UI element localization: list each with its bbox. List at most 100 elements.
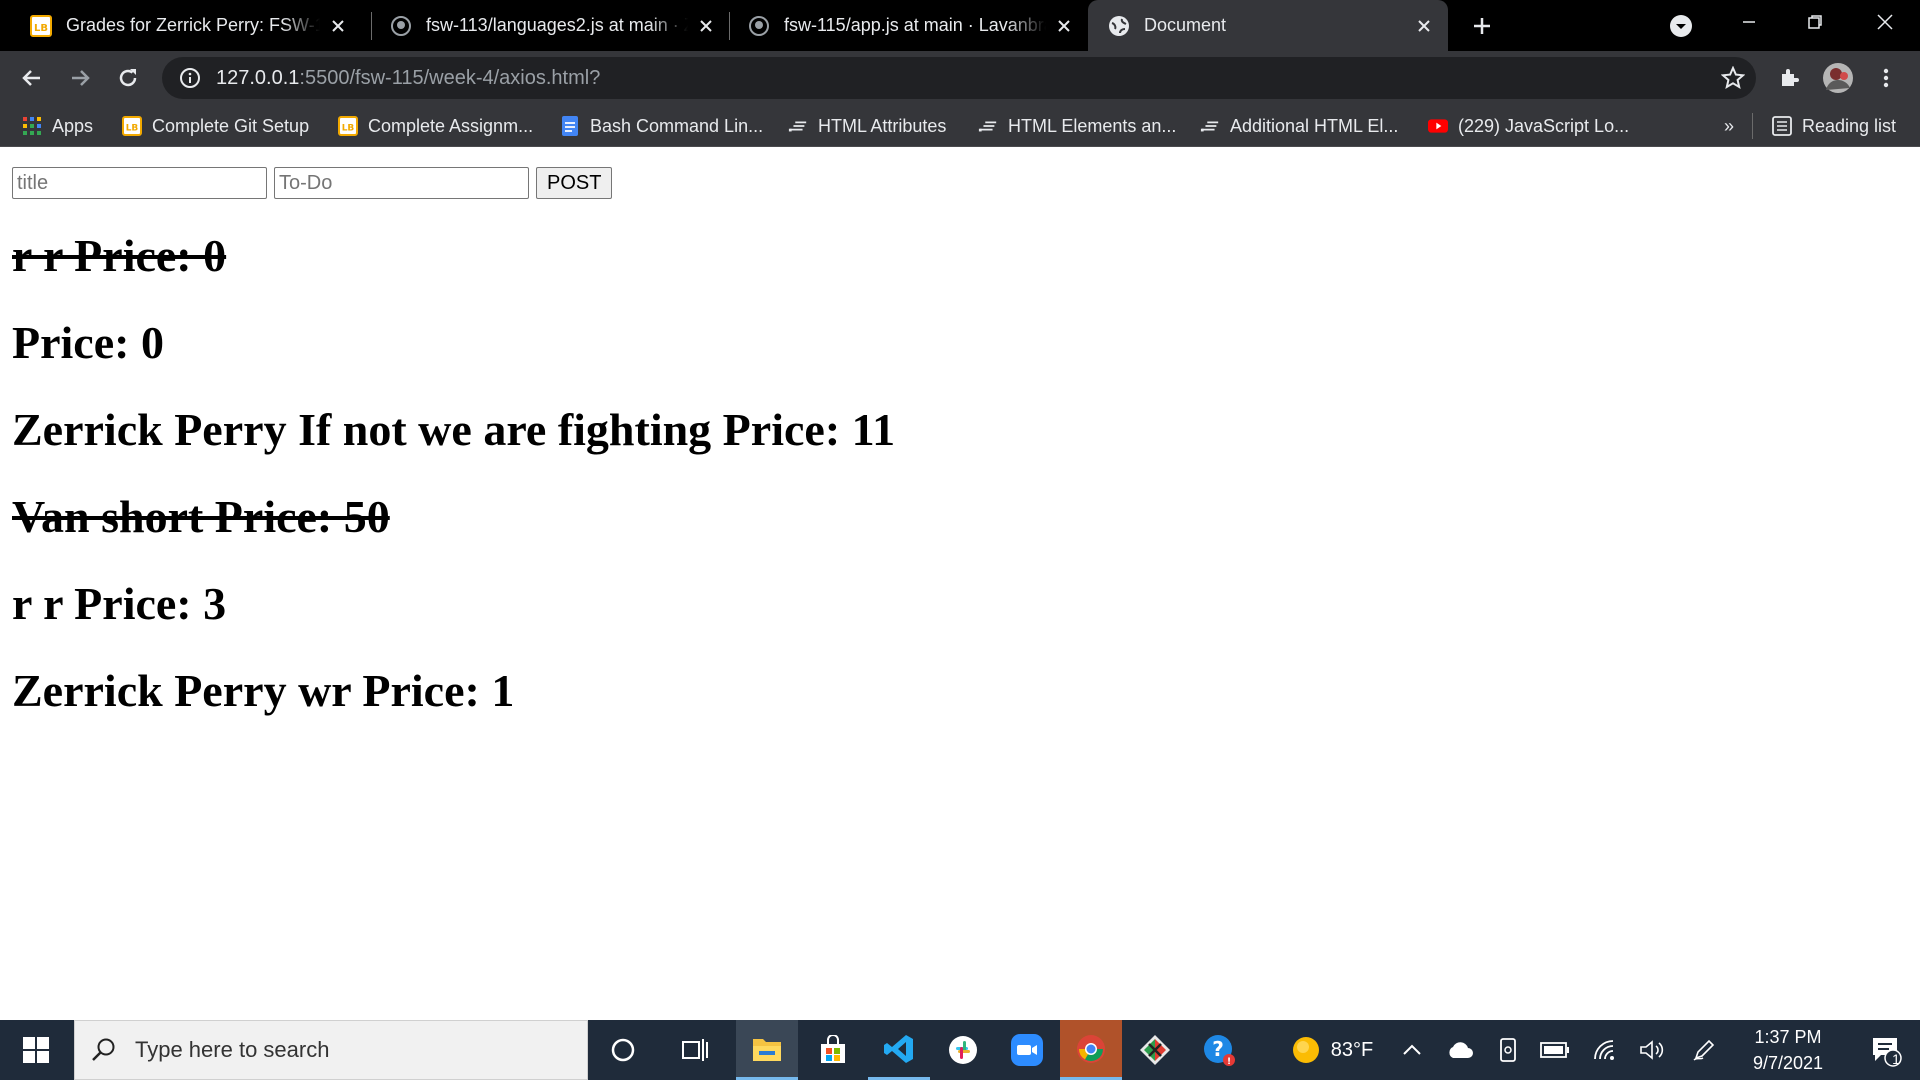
post-button[interactable]: POST: [536, 167, 613, 199]
bookmark-additional-html[interactable]: Additional HTML El...: [1200, 113, 1398, 139]
arrow-left-icon: [22, 70, 40, 86]
snipping-tool-button[interactable]: [1124, 1020, 1186, 1080]
close-window-button[interactable]: [1850, 0, 1920, 44]
bookmark-label: (229) JavaScript Lo...: [1458, 115, 1630, 136]
notification-count: 1: [1892, 1051, 1900, 1067]
globe-icon: [1108, 15, 1130, 37]
phone-icon: [1500, 1038, 1516, 1062]
more-vertical-icon: [1883, 68, 1889, 88]
show-hidden-icons-button[interactable]: [1396, 1020, 1428, 1080]
clock-time: 1:37 PM: [1754, 1027, 1822, 1047]
tab-grades[interactable]: LB Grades for Zerrick Perry: FSW-115: [0, 0, 362, 51]
profile-avatar[interactable]: [1822, 62, 1854, 94]
search-input[interactable]: [133, 1036, 557, 1064]
close-icon[interactable]: [326, 14, 350, 38]
lb-icon: LB: [338, 116, 358, 136]
bookmark-apps[interactable]: Apps: [22, 113, 93, 139]
reading-list-icon: [1772, 116, 1792, 136]
tab-languages2[interactable]: fsw-113/languages2.js at main · Z: [360, 0, 730, 51]
task-view-icon: [682, 1039, 708, 1061]
chrome-button[interactable]: [1060, 1020, 1122, 1080]
info-icon[interactable]: [178, 66, 202, 90]
store-button[interactable]: [802, 1020, 864, 1080]
chevron-down-circle-icon: [1670, 15, 1692, 37]
notifications-button[interactable]: 1: [1856, 1020, 1916, 1080]
todo-form: POST: [12, 167, 613, 199]
forward-button[interactable]: [64, 62, 96, 94]
windows-logo-icon: [23, 1037, 49, 1063]
slack-icon: [949, 1036, 977, 1064]
snip-icon: [1140, 1035, 1170, 1065]
vscode-button[interactable]: [868, 1020, 930, 1080]
tab-app-js[interactable]: fsw-115/app.js at main · Lavanbra: [718, 0, 1088, 51]
tab-search-button[interactable]: [1646, 4, 1716, 48]
taskbar-search[interactable]: [74, 1020, 588, 1080]
restore-button[interactable]: [1780, 0, 1850, 44]
taskbar-clock[interactable]: 1:37 PM 9/7/2021: [1728, 1024, 1848, 1076]
cloud-icon: [1449, 1042, 1473, 1058]
slack-button[interactable]: [932, 1020, 994, 1080]
list-icon: [978, 116, 998, 136]
chevron-double-right-icon: »: [1724, 115, 1735, 136]
bookmark-javascript[interactable]: (229) JavaScript Lo...: [1428, 113, 1629, 139]
apps-grid-icon: [22, 116, 42, 136]
new-tab-button[interactable]: [1466, 10, 1498, 42]
bookmark-star-icon[interactable]: [1720, 65, 1746, 91]
title-input[interactable]: [12, 167, 267, 199]
pen-button[interactable]: [1686, 1020, 1722, 1080]
browser-titlebar: LB Grades for Zerrick Perry: FSW-115 fsw…: [0, 0, 1920, 51]
cortana-button[interactable]: [595, 1020, 651, 1080]
list-icon: [1200, 116, 1220, 136]
url-path: :5500/fsw-115/week-4/axios.html?: [299, 66, 601, 89]
address-bar[interactable]: 127.0.0.1:5500/fsw-115/week-4/axios.html…: [162, 57, 1756, 99]
todo-item[interactable]: r r Price: 0: [12, 229, 1892, 282]
todo-item[interactable]: Zerrick Perry If not we are fighting Pri…: [12, 403, 1892, 456]
arrow-right-icon: [72, 70, 90, 86]
menu-button[interactable]: [1870, 62, 1902, 94]
bookmark-bash-command[interactable]: Bash Command Lin...: [560, 113, 763, 139]
reading-list-label: Reading list: [1802, 115, 1897, 136]
svg-text:!: !: [1227, 1057, 1231, 1067]
reload-button[interactable]: [112, 62, 144, 94]
start-button[interactable]: [0, 1020, 72, 1080]
bookmark-html-elements[interactable]: HTML Elements an...: [978, 113, 1176, 139]
shopping-bag-icon: [821, 1035, 845, 1063]
todo-item[interactable]: Price: 0: [12, 316, 1892, 369]
file-explorer-button[interactable]: [736, 1020, 798, 1080]
docs-icon: [560, 116, 580, 136]
todo-item[interactable]: r r Price: 3: [12, 577, 1892, 630]
weather-widget[interactable]: 83°F: [1282, 1020, 1382, 1080]
zoom-button[interactable]: [996, 1020, 1058, 1080]
todo-item[interactable]: Van short Price: 50: [12, 490, 1892, 543]
bookmarks-overflow-button[interactable]: »: [1724, 113, 1734, 139]
minimize-button[interactable]: [1714, 0, 1784, 44]
task-view-button[interactable]: [668, 1020, 724, 1080]
browser-toolbar: 127.0.0.1:5500/fsw-115/week-4/axios.html…: [0, 51, 1920, 105]
clock-date: 9/7/2021: [1752, 1053, 1824, 1073]
lb-icon: LB: [30, 14, 52, 37]
help-button[interactable]: ?!: [1188, 1020, 1250, 1080]
close-icon: [1877, 14, 1893, 30]
battery-icon: [1540, 1042, 1569, 1058]
bookmark-complete-assignment[interactable]: LB Complete Assignm...: [338, 113, 533, 139]
battery-button[interactable]: [1536, 1020, 1574, 1080]
tab-document[interactable]: Document: [1088, 0, 1448, 51]
extensions-button[interactable]: [1774, 62, 1806, 94]
reading-list-button[interactable]: Reading list: [1772, 113, 1896, 139]
todo-input[interactable]: [274, 167, 529, 199]
onedrive-button[interactable]: [1442, 1020, 1478, 1080]
close-icon[interactable]: [1412, 14, 1436, 38]
github-icon: [390, 15, 412, 37]
restore-icon: [1808, 15, 1822, 29]
close-icon[interactable]: [694, 14, 718, 38]
bookmark-git-setup[interactable]: LB Complete Git Setup: [122, 113, 309, 139]
wifi-button[interactable]: [1588, 1020, 1624, 1080]
volume-button[interactable]: [1634, 1020, 1670, 1080]
folder-icon: [753, 1038, 781, 1061]
close-icon[interactable]: [1052, 14, 1076, 38]
bookmark-label: Bash Command Lin...: [590, 115, 764, 136]
todo-item[interactable]: Zerrick Perry wr Price: 1: [12, 664, 1892, 717]
bookmark-html-attributes[interactable]: HTML Attributes: [788, 113, 946, 139]
back-button[interactable]: [16, 62, 48, 94]
device-button[interactable]: [1490, 1020, 1526, 1080]
